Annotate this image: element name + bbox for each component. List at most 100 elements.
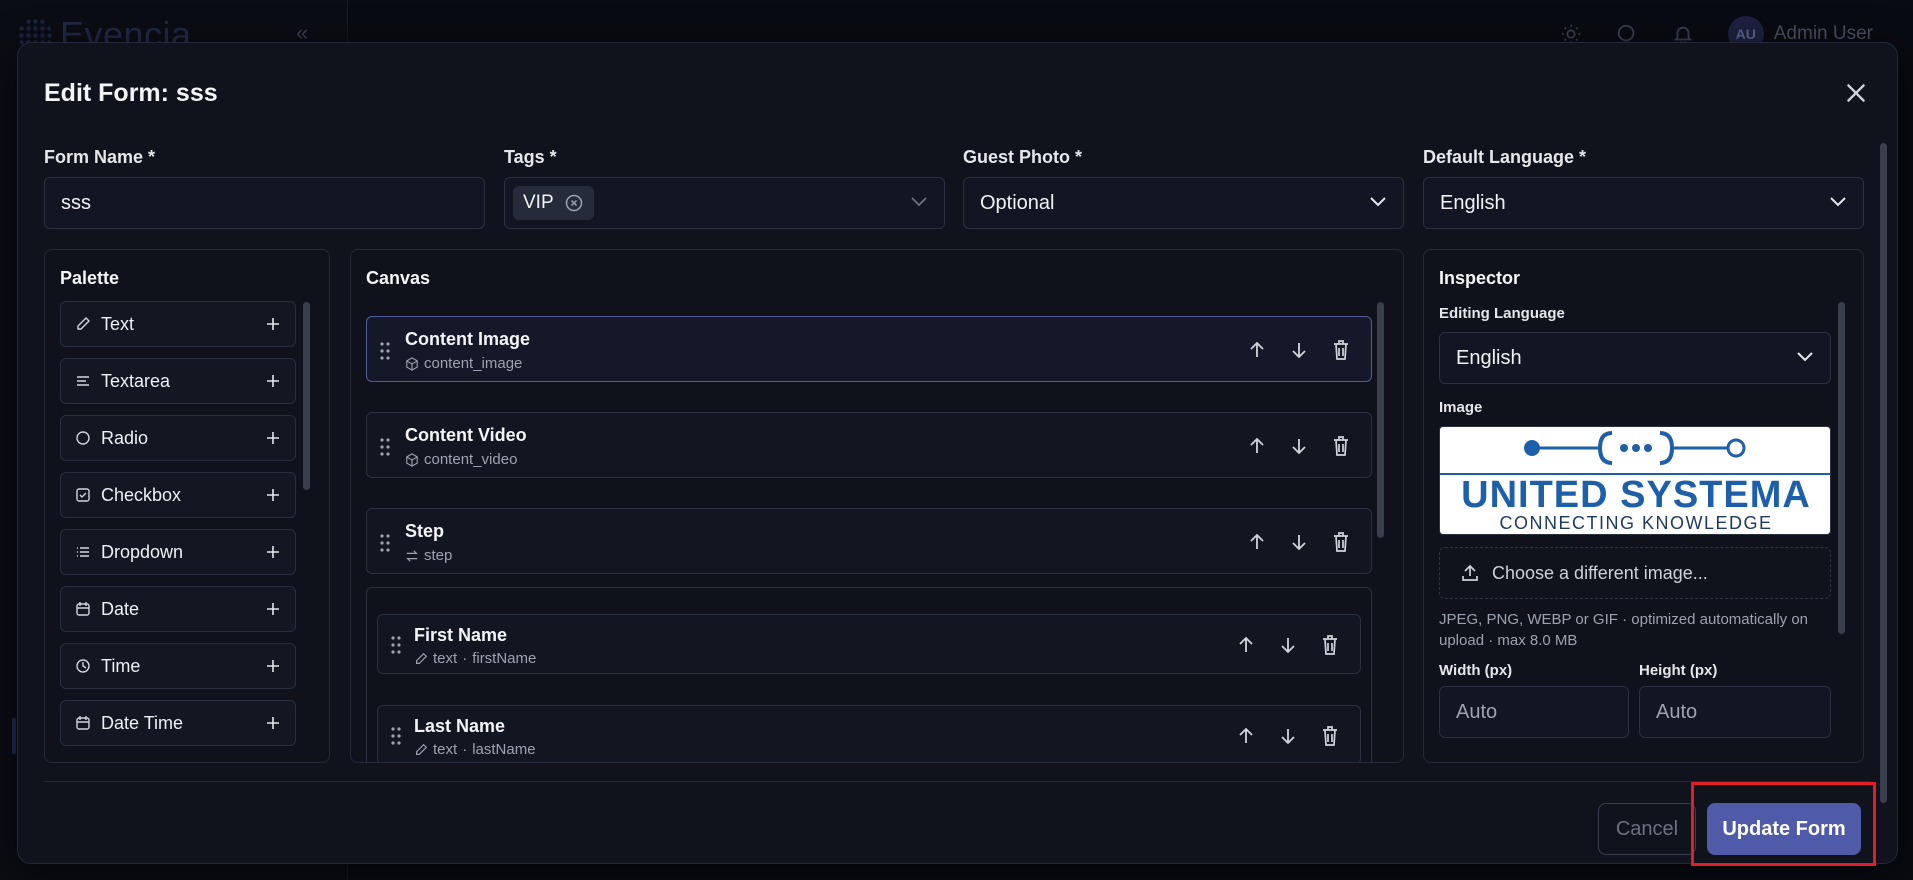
move-up-button[interactable] [1247,531,1267,553]
default-language-select[interactable]: English [1423,177,1864,229]
canvas-item-content-image[interactable]: Content Image content_image [366,316,1372,382]
palette-panel: Palette Text Textarea Radio Checkbox Dro… [44,249,330,763]
tags-select[interactable]: VIP [504,177,945,229]
move-up-button[interactable] [1236,725,1256,747]
canvas-item-actions [1236,725,1340,747]
move-up-button[interactable] [1236,634,1256,656]
upload-icon [1462,564,1478,581]
canvas-panel: Canvas Content Image content_image Conte… [350,249,1404,763]
plus-icon [267,375,279,387]
default-language-value: English [1440,191,1506,214]
canvas-item-content-video[interactable]: Content Video content_video [366,412,1372,478]
arrow-down-icon [1292,439,1306,455]
arrow-up-icon [1250,437,1264,453]
tags-label: Tags * [504,147,557,167]
lines-icon [77,376,89,386]
canvas-item-sub: step [405,547,452,564]
delete-button[interactable] [1331,531,1351,553]
cancel-button[interactable]: Cancel [1598,803,1696,855]
plus-icon [267,546,279,558]
canvas-item-name: Content Image [405,329,531,349]
inspector-scrollbar[interactable] [1838,302,1845,634]
chevron-down-icon [1830,197,1846,207]
palette-item-date-time[interactable]: Date Time [60,700,296,746]
canvas-item-key: lastName [472,741,536,758]
drag-handle-icon[interactable] [390,726,402,746]
remove-tag-icon[interactable] [564,193,584,213]
plus-icon [267,318,279,330]
modal-scrollbar[interactable] [1880,143,1887,803]
move-down-button[interactable] [1289,435,1309,457]
close-icon [1847,84,1865,102]
canvas-item-type: text [433,741,458,758]
close-button[interactable] [1843,80,1869,106]
canvas-item-last-name[interactable]: Last Name text · lastName [377,705,1361,762]
delete-button[interactable] [1320,634,1340,656]
guest-photo-value: Optional [980,191,1055,214]
canvas-item-step[interactable]: Step step [366,508,1372,574]
drag-handle-icon[interactable] [379,437,391,457]
palette-item-radio[interactable]: Radio [60,415,296,461]
image-label: Image [1439,399,1483,416]
arrow-down-icon [1292,343,1306,359]
circle-icon [76,431,90,445]
move-down-button[interactable] [1278,634,1298,656]
palette-item-label: Radio [101,427,149,448]
palette-scrollbar[interactable] [303,302,310,490]
height-input[interactable]: Auto [1639,686,1831,738]
pencil-icon [416,743,428,755]
move-down-button[interactable] [1289,339,1309,361]
palette-item-textarea[interactable]: Textarea [60,358,296,404]
palette-item-label: Time [101,655,141,676]
form-name-input[interactable]: sss [44,177,485,229]
image-help-text: JPEG, PNG, WEBP or GIF · optimized autom… [1439,611,1809,649]
inspector-panel: Inspector Editing Language English Image… [1423,249,1864,763]
drag-handle-icon[interactable] [379,341,391,361]
canvas-item-first-name[interactable]: First Name text · firstName [377,614,1361,674]
delete-button[interactable] [1331,435,1351,457]
move-up-button[interactable] [1247,435,1267,457]
trash-icon [1323,726,1337,746]
cube-icon [406,356,418,371]
modal-title: Edit Form: sss [44,79,218,107]
canvas-item-name: Last Name [414,716,506,736]
palette-item-date[interactable]: Date [60,586,296,632]
canvas-item-actions [1247,339,1351,361]
palette-item-text[interactable]: Text [60,301,296,347]
form-name-label: Form Name * [44,147,156,167]
drag-handle-icon[interactable] [379,533,391,553]
palette-item-dropdown[interactable]: Dropdown [60,529,296,575]
move-down-button[interactable] [1278,725,1298,747]
united-systema-logo: UNITED SYSTEMA CONNECTING KNOWLEDGE [1440,431,1830,533]
palette-item-checkbox[interactable]: Checkbox [60,472,296,518]
palette-item-time[interactable]: Time [60,643,296,689]
canvas-item-actions [1247,435,1351,457]
edit-form-modal: Edit Form: sss Form Name * sss Tags * VI… [17,42,1898,864]
canvas-item-key: content_video [424,451,518,468]
canvas-scrollbar[interactable] [1377,302,1384,538]
choose-image-label: Choose a different image... [1492,562,1708,583]
arrow-up-icon [1250,341,1264,357]
guest-photo-select[interactable]: Optional [963,177,1404,229]
delete-button[interactable] [1320,725,1340,747]
width-input[interactable]: Auto [1439,686,1629,738]
canvas-item-key: step [424,547,453,564]
delete-button[interactable] [1331,339,1351,361]
height-label: Height (px) [1639,662,1718,679]
choose-image-button[interactable]: Choose a different image... [1439,547,1831,599]
move-down-button[interactable] [1289,531,1309,553]
inspector-title: Inspector [1439,268,1521,288]
drag-handle-icon[interactable] [390,635,402,655]
canvas-item-key: content_image [424,355,523,372]
update-form-button[interactable]: Update Form [1707,803,1861,855]
chevron-down-icon [1370,197,1386,207]
checkbox-icon [76,488,90,502]
canvas-item-type: text [433,650,458,667]
image-preview: UNITED SYSTEMA CONNECTING KNOWLEDGE [1439,426,1831,535]
pencil-icon [416,652,428,664]
canvas-item-key: firstName [472,650,537,667]
move-up-button[interactable] [1247,339,1267,361]
canvas-item-actions [1247,531,1351,553]
editing-language-select[interactable]: English [1439,332,1831,384]
plus-icon [267,489,279,501]
